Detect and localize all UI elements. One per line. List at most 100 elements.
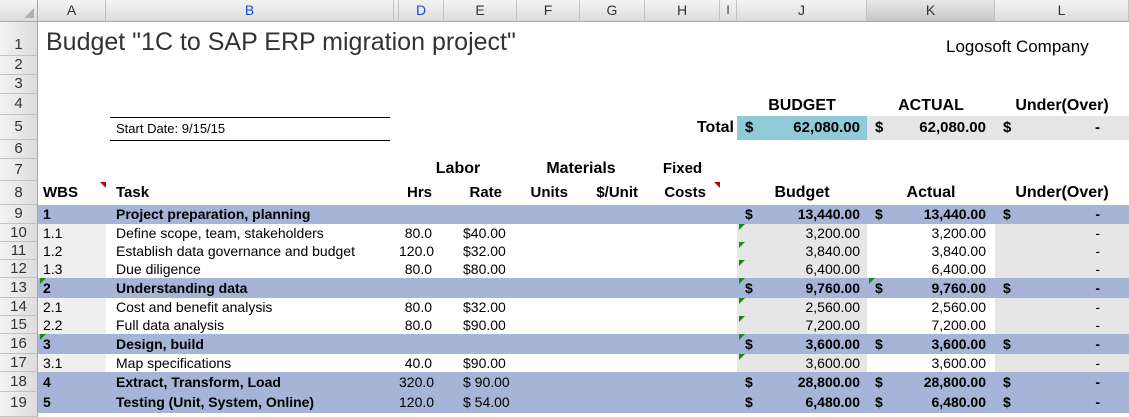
actual-cell[interactable]: 13,440.00 [890,206,986,222]
actual-cell[interactable]: 28,800.00 [890,374,986,390]
rate-cell[interactable]: $80.00 [463,261,506,277]
task-header[interactable]: Task [116,184,149,201]
start-date[interactable]: Start Date: 9/15/15 [116,121,225,136]
budget-cell[interactable]: 3,200.00 [760,225,861,241]
rate-cell[interactable]: $32.00 [463,243,506,259]
column-header-j[interactable]: J [737,0,867,22]
select-all-corner[interactable] [0,0,38,22]
row-header-6[interactable]: 6 [0,140,38,159]
actual-header[interactable]: Actual [867,184,995,202]
row-header-16[interactable]: 16 [0,334,38,354]
rate-cell[interactable]: $90.00 [463,355,506,371]
row-header-1[interactable]: 1 [0,22,38,56]
row-header-2[interactable]: 2 [0,56,38,75]
fixed-header[interactable]: Fixed [645,160,720,177]
wbs-cell[interactable]: 1 [43,206,51,222]
row-header-9[interactable]: 9 [0,205,38,224]
summary-actual-header[interactable]: ACTUAL [867,97,995,115]
budget-cell[interactable]: 3,600.00 [760,355,861,371]
rate-cell[interactable]: $ 54.00 [463,394,510,410]
actual-cell[interactable]: 6,480.00 [890,394,987,410]
under-header[interactable]: Under(Over) [995,184,1129,202]
column-header-b[interactable]: B [106,0,394,22]
under-cell[interactable]: - [1020,336,1100,352]
rate-cell[interactable]: $40.00 [463,225,506,241]
company-name[interactable]: Logosoft Company [946,37,1089,57]
column-header-l[interactable]: L [995,0,1129,22]
row-header-19[interactable]: 19 [0,392,38,417]
hrs-cell[interactable]: 320.0 [399,374,434,390]
task-cell[interactable]: Testing (Unit, System, Online) [116,394,314,410]
actual-cell[interactable]: 7,200.00 [890,317,987,333]
budget-cell[interactable]: 6,400.00 [760,261,861,277]
budget-cell[interactable]: 6,480.00 [760,394,861,410]
column-header-h[interactable]: H [645,0,720,22]
column-header-g[interactable]: G [580,0,645,22]
actual-cell[interactable]: 3,600.00 [890,355,987,371]
row-header-8[interactable]: 8 [0,181,38,205]
budget-cell[interactable]: 9,760.00 [760,280,861,296]
per-unit-header[interactable]: $/Unit [580,184,638,201]
total-under-value[interactable]: - [1020,119,1100,136]
under-cell[interactable]: - [1020,374,1100,390]
task-cell[interactable]: Map specifications [116,355,231,371]
summary-under-header[interactable]: Under(Over) [995,97,1129,115]
budget-cell[interactable]: 3,840.00 [760,243,861,259]
hrs-cell[interactable]: 120.0 [399,243,434,259]
column-header-i[interactable]: I [720,0,737,22]
costs-header[interactable]: Costs [645,184,706,201]
actual-cell[interactable]: 6,400.00 [890,261,987,277]
row-header-7[interactable]: 7 [0,159,38,181]
sheet-title[interactable]: Budget "1C to SAP ERP migration project" [46,28,516,57]
wbs-cell[interactable]: 5 [43,394,51,410]
units-header[interactable]: Units [517,184,569,201]
column-header-f[interactable]: F [517,0,580,22]
rate-cell[interactable]: $ 90.00 [463,374,510,390]
budget-cell[interactable]: 13,440.00 [760,206,860,222]
rate-cell[interactable]: $32.00 [463,299,506,315]
row-header-10[interactable]: 10 [0,224,38,242]
under-cell[interactable]: - [1020,280,1100,296]
column-header-k[interactable]: K [867,0,995,22]
row-header-11[interactable]: 11 [0,242,38,260]
row-header-12[interactable]: 12 [0,260,38,278]
hrs-cell[interactable]: 120.0 [399,394,434,410]
under-cell[interactable]: - [1020,206,1100,222]
summary-budget-header[interactable]: BUDGET [737,97,867,115]
wbs-cell[interactable]: 3.1 [43,355,62,371]
labor-header[interactable]: Labor [399,160,517,178]
rate-header[interactable]: Rate [444,184,502,201]
wbs-cell[interactable]: 1.1 [43,225,62,241]
actual-cell[interactable]: 3,200.00 [890,225,987,241]
row-header-18[interactable]: 18 [0,372,38,392]
task-cell[interactable]: Extract, Transform, Load [116,374,281,390]
under-cell[interactable]: - [1020,243,1100,259]
row-header-13[interactable]: 13 [0,278,38,298]
actual-cell[interactable]: 3,600.00 [890,336,987,352]
task-cell[interactable]: Project preparation, planning [116,206,310,222]
under-cell[interactable]: - [1020,225,1100,241]
hrs-cell[interactable]: 80.0 [399,225,432,241]
task-cell[interactable]: Due diligence [116,261,201,277]
wbs-cell[interactable]: 2.2 [43,317,62,333]
total-actual-value[interactable]: 62,080.00 [890,119,986,136]
wbs-cell[interactable]: 2.1 [43,299,62,315]
task-cell[interactable]: Establish data governance and budget [116,243,355,259]
task-cell[interactable]: Understanding data [116,280,247,296]
row-header-3[interactable]: 3 [0,75,38,94]
row-header-4[interactable]: 4 [0,94,38,115]
column-header-a[interactable]: A [38,0,106,22]
under-cell[interactable]: - [1020,394,1100,410]
hrs-cell[interactable]: 40.0 [399,355,432,371]
under-cell[interactable]: - [1020,355,1100,371]
row-header-17[interactable]: 17 [0,354,38,372]
wbs-header[interactable]: WBS [43,184,78,201]
row-header-15[interactable]: 15 [0,316,38,334]
hrs-cell[interactable]: 80.0 [399,317,432,333]
hrs-header[interactable]: Hrs [399,184,432,201]
wbs-cell[interactable]: 1.3 [43,261,62,277]
wbs-cell[interactable]: 1.2 [43,243,62,259]
hrs-cell[interactable]: 80.0 [399,261,432,277]
budget-cell[interactable]: 2,560.00 [760,299,861,315]
budget-header[interactable]: Budget [737,184,867,202]
